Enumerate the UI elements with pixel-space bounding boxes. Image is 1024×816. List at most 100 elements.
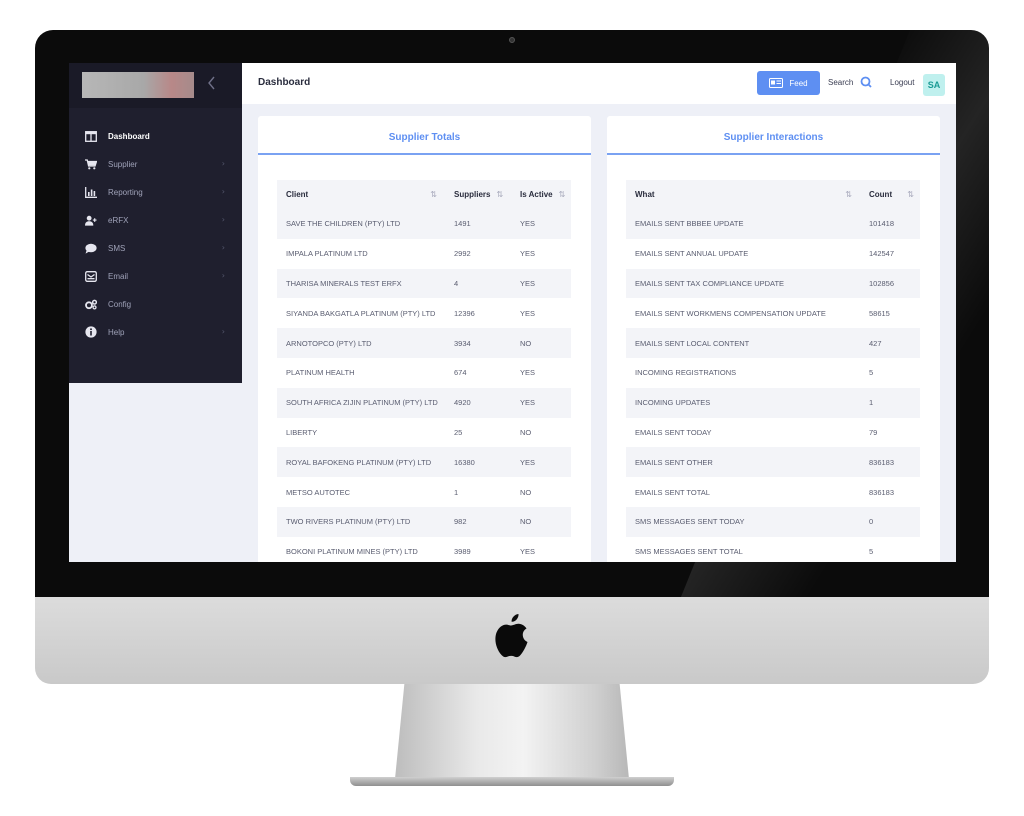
table-cell: YES (511, 447, 571, 478)
sort-arrows-icon[interactable]: ⇅ (430, 190, 437, 199)
table-cell: NO (511, 328, 571, 358)
table-cell: 836183 (860, 477, 920, 507)
table-cell: EMAILS SENT BBBEE UPDATE (626, 209, 860, 239)
top-bar: Dashboard Feed Search Logout SA (242, 63, 956, 104)
card-divider (607, 153, 940, 155)
table-cell: ARNOTOPCO (PTY) LTD (277, 328, 445, 358)
supplier-interactions-table: What ⇅ Count ⇅ EMAILS SENT BBBEE UPDATE 101… (626, 180, 920, 562)
table-cell: SIYANDA BAKGATLA PLATINUM (PTY) LTD (277, 298, 445, 329)
table-cell: NO (511, 506, 571, 537)
table-row[interactable]: TWO RIVERS PLATINUM (PTY) LTD 982 NO (277, 506, 571, 537)
table-row[interactable]: SMS MESSAGES SENT TOTAL 5 (626, 536, 920, 562)
user-plus-icon (85, 214, 97, 226)
sidebar-item-reporting[interactable]: Reporting › (69, 178, 242, 206)
table-row[interactable]: EMAILS SENT ANNUAL UPDATE 142547 (626, 238, 920, 269)
sidebar-item-supplier[interactable]: Supplier › (69, 150, 242, 178)
sidebar-item-help[interactable]: Help › (69, 318, 242, 346)
sidebar-item-dashboard[interactable]: Dashboard (69, 122, 242, 150)
column-header-count[interactable]: Count ⇅ (860, 180, 920, 209)
camera-icon (509, 37, 515, 43)
sidebar-item-config[interactable]: Config (69, 290, 242, 318)
sidebar-item-label: Help (108, 327, 125, 337)
table-row[interactable]: INCOMING UPDATES 1 (626, 387, 920, 418)
table-row[interactable]: SOUTH AFRICA ZIJIN PLATINUM (PTY) LTD 492… (277, 387, 571, 418)
table-row[interactable]: EMAILS SENT OTHER 836183 (626, 447, 920, 478)
supplier-totals-body: SAVE THE CHILDREN (PTY) LTD 1491 YES IMPALA… (277, 209, 571, 562)
table-row[interactable]: EMAILS SENT BBBEE UPDATE 101418 (626, 209, 920, 239)
table-cell: 1 (445, 477, 511, 507)
table-cell: 4920 (445, 387, 511, 418)
sidebar-item-sms[interactable]: SMS › (69, 234, 242, 262)
column-header-is-active[interactable]: Is Active ⇅ (511, 180, 571, 209)
table-row[interactable]: PLATINUM HEALTH 674 YES (277, 357, 571, 388)
table-cell: METSO AUTOTEC (277, 477, 445, 507)
search-icon[interactable] (860, 76, 872, 88)
table-cell: INCOMING UPDATES (626, 387, 860, 418)
cart-icon (85, 158, 97, 170)
company-logo[interactable] (82, 72, 194, 98)
table-cell: 427 (860, 328, 920, 358)
sidebar-nav: Dashboard Supplier › Reporting › eRFX › SMS › Ema… (69, 122, 242, 346)
table-cell: 16380 (445, 447, 511, 478)
table-cell: YES (511, 536, 571, 562)
table-row[interactable]: EMAILS SENT TOTAL 836183 (626, 477, 920, 507)
sidebar-item-label: Email (108, 271, 129, 281)
table-row[interactable]: LIBERTY 25 NO (277, 417, 571, 448)
table-row[interactable]: EMAILS SENT WORKMENS COMPENSATION UPDATE… (626, 298, 920, 329)
table-cell: 12396 (445, 298, 511, 329)
apple-logo-icon (495, 614, 528, 658)
sort-arrows-icon[interactable]: ⇅ (845, 190, 852, 199)
monitor-stand-neck (395, 684, 629, 779)
search-link[interactable]: Search (828, 78, 853, 87)
table-cell: EMAILS SENT TAX COMPLIANCE UPDATE (626, 268, 860, 299)
card-divider (258, 153, 591, 155)
sort-arrows-icon[interactable]: ⇅ (907, 190, 914, 199)
column-header-client[interactable]: Client ⇅ (277, 180, 445, 209)
table-row[interactable]: SMS MESSAGES SENT TODAY 0 (626, 506, 920, 537)
sidebar: Dashboard Supplier › Reporting › eRFX › SMS › Ema… (69, 63, 242, 383)
logout-link[interactable]: Logout (890, 78, 914, 87)
feed-button[interactable]: Feed (757, 71, 820, 95)
table-cell: EMAILS SENT TOTAL (626, 477, 860, 507)
info-icon (85, 326, 97, 338)
table-row[interactable]: IMPALA PLATINUM LTD 2992 YES (277, 238, 571, 269)
feed-button-label: Feed (789, 78, 808, 88)
column-header-what[interactable]: What ⇅ (626, 180, 860, 209)
supplier-totals-title: Supplier Totals (388, 132, 461, 143)
table-cell: YES (511, 387, 571, 418)
sidebar-item-erfx[interactable]: eRFX › (69, 206, 242, 234)
table-row[interactable]: BOKONI PLATINUM MINES (PTY) LTD 3989 YES (277, 536, 571, 562)
column-header-label: Suppliers (454, 190, 491, 199)
column-header-label: Count (869, 190, 893, 199)
sort-arrows-icon[interactable]: ⇅ (559, 190, 566, 199)
sidebar-collapse-button[interactable] (205, 76, 219, 94)
table-cell: PLATINUM HEALTH (277, 357, 445, 388)
table-cell: EMAILS SENT WORKMENS COMPENSATION UPDATE (626, 298, 860, 329)
table-row[interactable]: METSO AUTOTEC 1 NO (277, 477, 571, 507)
supplier-interactions-card: Supplier Interactions What ⇅ Count ⇅ EMAIL… (607, 116, 940, 562)
table-row[interactable]: EMAILS SENT TAX COMPLIANCE UPDATE 102856 (626, 268, 920, 299)
cogs-icon (85, 298, 97, 310)
sidebar-item-email[interactable]: Email › (69, 262, 242, 290)
avatar[interactable]: SA (923, 74, 945, 96)
table-row[interactable]: SAVE THE CHILDREN (PTY) LTD 1491 YES (277, 209, 571, 239)
table-row[interactable]: THARISA MINERALS TEST ERFX 4 YES (277, 268, 571, 299)
chevron-right-icon: › (221, 243, 225, 252)
column-header-label: What (635, 190, 655, 199)
columns-icon (85, 130, 97, 142)
table-row[interactable]: ROYAL BAFOKENG PLATINUM (PTY) LTD 16380 YE… (277, 447, 571, 478)
table-cell: YES (511, 357, 571, 388)
table-cell: EMAILS SENT TODAY (626, 417, 860, 448)
table-row[interactable]: EMAILS SENT LOCAL CONTENT 427 (626, 328, 920, 358)
table-row[interactable]: INCOMING REGISTRATIONS 5 (626, 357, 920, 388)
table-cell: 1 (860, 387, 920, 418)
chevron-left-icon (208, 76, 215, 90)
table-row[interactable]: EMAILS SENT TODAY 79 (626, 417, 920, 448)
sort-arrows-icon[interactable]: ⇅ (496, 190, 503, 199)
table-row[interactable]: ARNOTOPCO (PTY) LTD 3934 NO (277, 328, 571, 358)
table-row[interactable]: SIYANDA BAKGATLA PLATINUM (PTY) LTD 12396… (277, 298, 571, 329)
chevron-right-icon: › (221, 187, 225, 196)
column-header-suppliers[interactable]: Suppliers ⇅ (445, 180, 511, 209)
sidebar-logo-bar (69, 63, 242, 108)
table-cell: NO (511, 417, 571, 448)
